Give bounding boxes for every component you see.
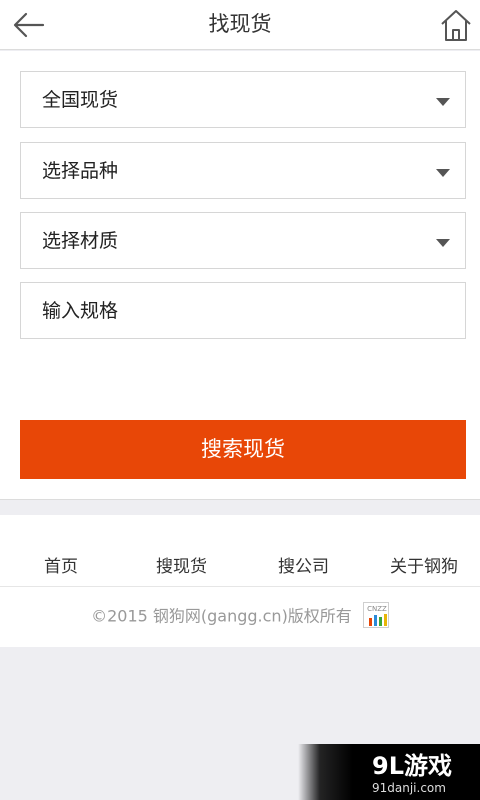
spec-input-placeholder: 输入规格 — [42, 300, 119, 322]
copyright-row: ©2015 钢狗网(gangg.cn)版权所有 CNZZ — [0, 602, 480, 630]
svg-text:9L游戏: 9L游戏 — [372, 752, 452, 780]
svg-text:91danji.com: 91danji.com — [372, 781, 446, 795]
caret-down-icon — [436, 98, 450, 106]
region-select-value: 全国现货 — [42, 89, 119, 111]
bar-chart-icon: CNZZ — [367, 605, 387, 626]
home-icon — [441, 10, 471, 41]
footer-link-search-stock[interactable]: 搜现货 — [156, 555, 207, 579]
footer: 首页 搜现货 搜公司 关于钢狗 ©2015 钢狗网(gangg.cn)版权所有 … — [0, 515, 480, 647]
watermark-logo: 9L游戏 91danji.com — [372, 752, 452, 795]
top-bar: 找现货 — [0, 0, 480, 50]
footer-link-home[interactable]: 首页 — [44, 555, 78, 579]
material-select[interactable]: 选择材质 — [20, 212, 466, 269]
section-divider — [0, 499, 480, 515]
material-select-value: 选择材质 — [42, 230, 119, 252]
variety-select[interactable]: 选择品种 — [20, 142, 466, 199]
search-stock-button[interactable]: 搜索现货 — [20, 420, 466, 479]
caret-down-icon — [436, 169, 450, 177]
search-form: 全国现货 选择品种 选择材质 输入规格 搜索现货 — [0, 51, 480, 499]
home-button[interactable] — [440, 8, 472, 42]
region-select[interactable]: 全国现货 — [20, 71, 466, 128]
svg-text:CNZZ: CNZZ — [367, 605, 387, 613]
cnzz-stats-icon[interactable]: CNZZ — [362, 602, 389, 628]
variety-select-value: 选择品种 — [42, 160, 119, 182]
caret-down-icon — [436, 239, 450, 247]
footer-nav: 首页 搜现货 搜公司 关于钢狗 — [0, 553, 480, 587]
app-root: 找现货 全国现货 选择品种 选择材质 输入规格 搜索现货 首页 搜现货 搜公司 … — [0, 0, 480, 800]
copyright-text: ©2015 钢狗网(gangg.cn)版权所有 — [91, 606, 352, 626]
page-title: 找现货 — [208, 12, 272, 36]
watermark: 9L游戏 91danji.com — [298, 744, 480, 800]
spec-input[interactable]: 输入规格 — [20, 282, 466, 339]
footer-link-search-company[interactable]: 搜公司 — [278, 555, 329, 579]
footer-link-about[interactable]: 关于钢狗 — [390, 555, 458, 579]
